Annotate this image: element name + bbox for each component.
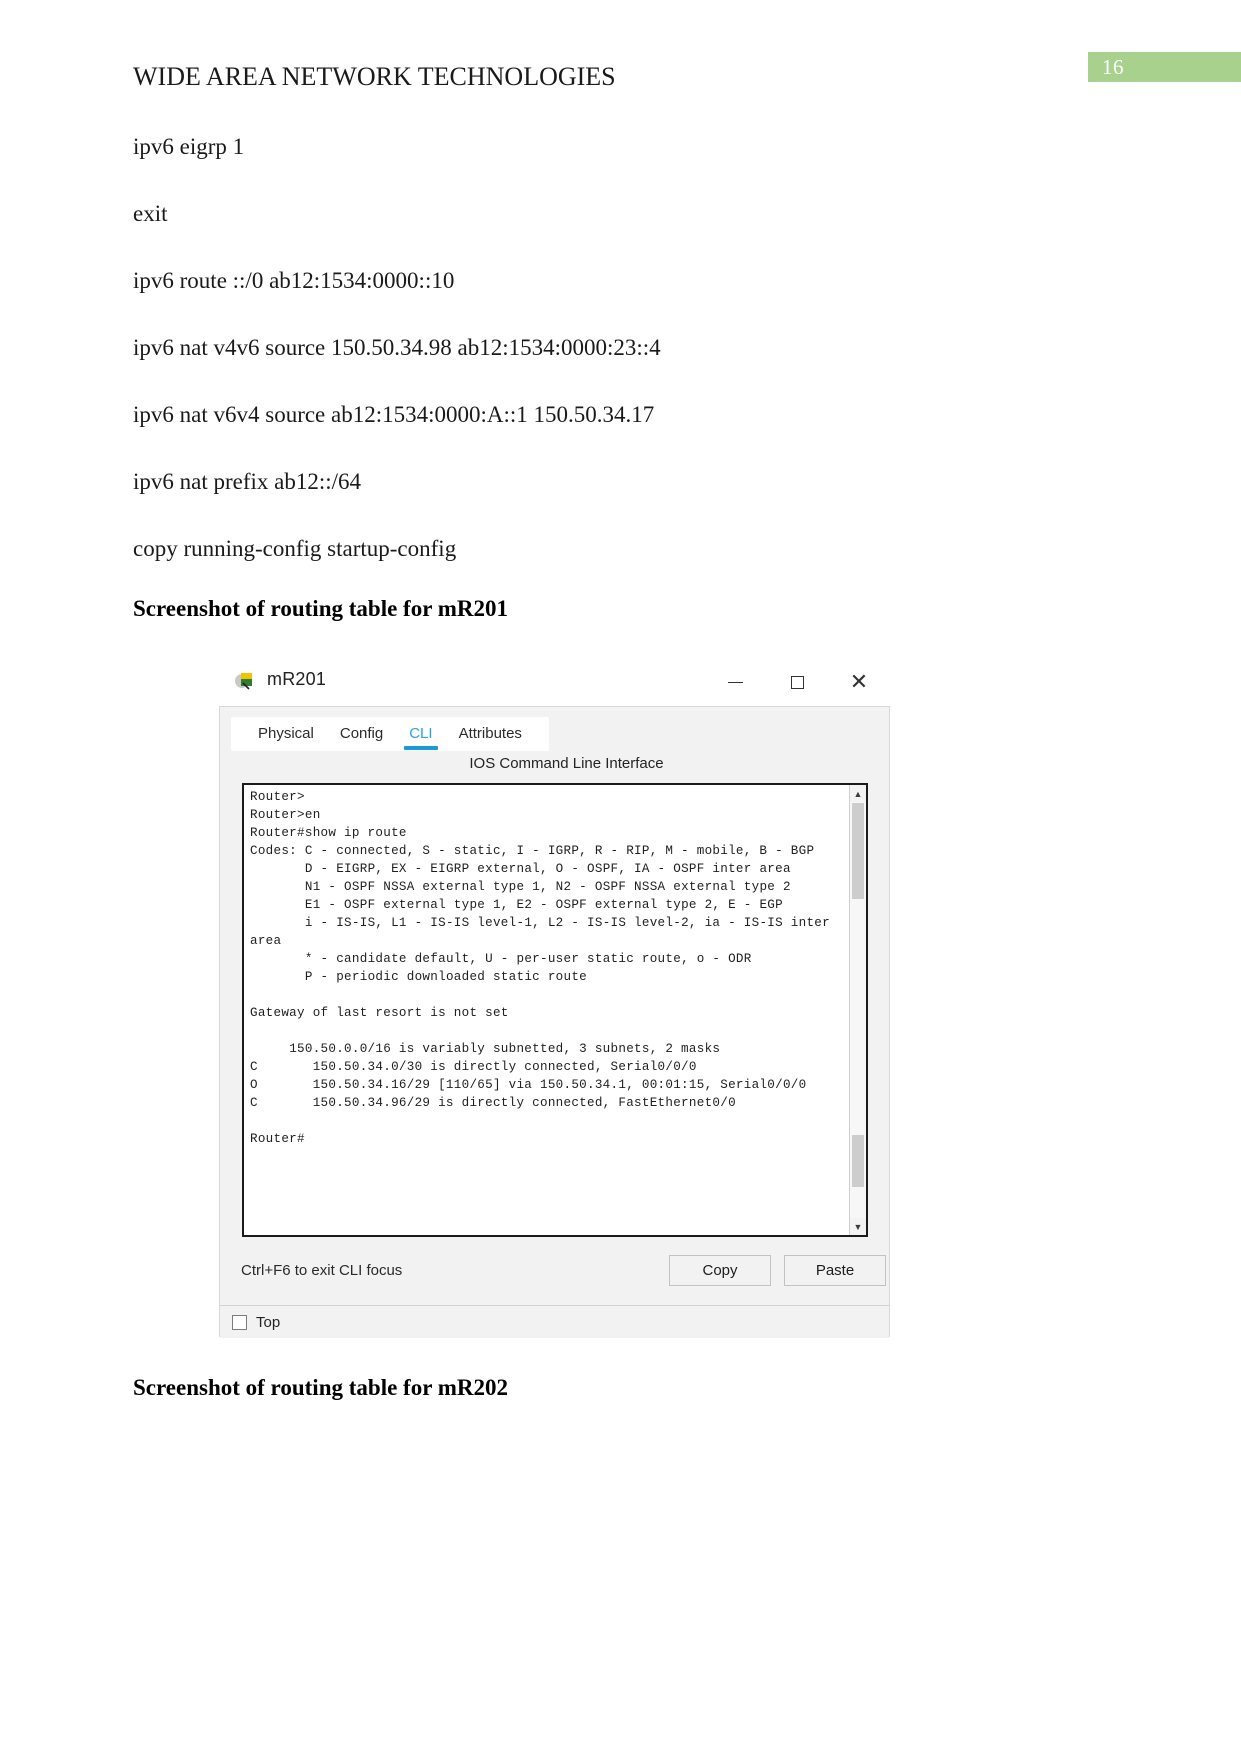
- cli-terminal-output: Router> Router>en Router#show ip route C…: [250, 790, 830, 1146]
- window-bottom-bar: Top: [220, 1305, 889, 1338]
- tab-config[interactable]: Config: [327, 723, 396, 751]
- window-body: Physical Config CLI Attributes IOS Comma…: [219, 706, 891, 1338]
- scroll-down-icon[interactable]: ▼: [850, 1218, 866, 1235]
- window-controls: ✕: [704, 658, 890, 706]
- tab-attributes[interactable]: Attributes: [446, 723, 535, 751]
- cli-focus-hint: Ctrl+F6 to exit CLI focus: [241, 1262, 403, 1279]
- config-line: ipv6 eigrp 1: [133, 134, 245, 159]
- config-line: ipv6 nat v6v4 source ab12:1534:0000:A::1…: [133, 402, 655, 427]
- device-tabs: Physical Config CLI Attributes: [231, 717, 549, 751]
- config-command-list: ipv6 eigrp 1 exit ipv6 route ::/0 ab12:1…: [133, 130, 1093, 599]
- tab-cli[interactable]: CLI: [396, 723, 445, 751]
- config-line: copy running-config startup-config: [133, 536, 457, 561]
- cli-panel-title: IOS Command Line Interface: [469, 755, 664, 772]
- scrollbar-thumb-upper[interactable]: [852, 803, 864, 899]
- top-checkbox[interactable]: [232, 1314, 247, 1330]
- scrollbar-thumb-lower[interactable]: [852, 1135, 864, 1187]
- terminal-scrollbar[interactable]: ▲ ▼: [849, 785, 866, 1235]
- heading-screenshot-mr202: Screenshot of routing table for mR202: [133, 1375, 509, 1400]
- document-header-title: WIDE AREA NETWORK TECHNOLOGIES: [133, 62, 616, 91]
- top-checkbox-label: Top: [256, 1313, 281, 1331]
- heading-screenshot-mr201: Screenshot of routing table for mR201: [133, 596, 509, 621]
- config-line: ipv6 route ::/0 ab12:1534:0000::10: [133, 268, 455, 293]
- window-title: mR201: [267, 669, 327, 689]
- config-line: ipv6 nat v4v6 source 150.50.34.98 ab12:1…: [133, 335, 661, 360]
- config-line: exit: [133, 201, 168, 226]
- config-line: ipv6 nat prefix ab12::/64: [133, 469, 362, 494]
- maximize-icon[interactable]: [766, 658, 828, 706]
- packet-tracer-router-icon: [234, 670, 256, 692]
- scroll-up-icon[interactable]: ▲: [850, 785, 866, 802]
- copy-button[interactable]: Copy: [669, 1255, 771, 1286]
- window-titlebar: mR201 ✕: [219, 658, 890, 706]
- tab-physical[interactable]: Physical: [245, 723, 327, 751]
- cli-footer: Ctrl+F6 to exit CLI focus Copy Paste: [220, 1252, 891, 1302]
- packet-tracer-window: mR201 ✕ Physical Config CLI Attributes I…: [219, 658, 891, 1338]
- minimize-icon[interactable]: [704, 658, 766, 706]
- paste-button[interactable]: Paste: [784, 1255, 886, 1286]
- cli-terminal[interactable]: Router> Router>en Router#show ip route C…: [242, 783, 868, 1237]
- document-page: 16 WIDE AREA NETWORK TECHNOLOGIES ipv6 e…: [0, 0, 1241, 1754]
- close-icon[interactable]: ✕: [828, 658, 890, 706]
- page-number-badge: 16: [1088, 52, 1241, 82]
